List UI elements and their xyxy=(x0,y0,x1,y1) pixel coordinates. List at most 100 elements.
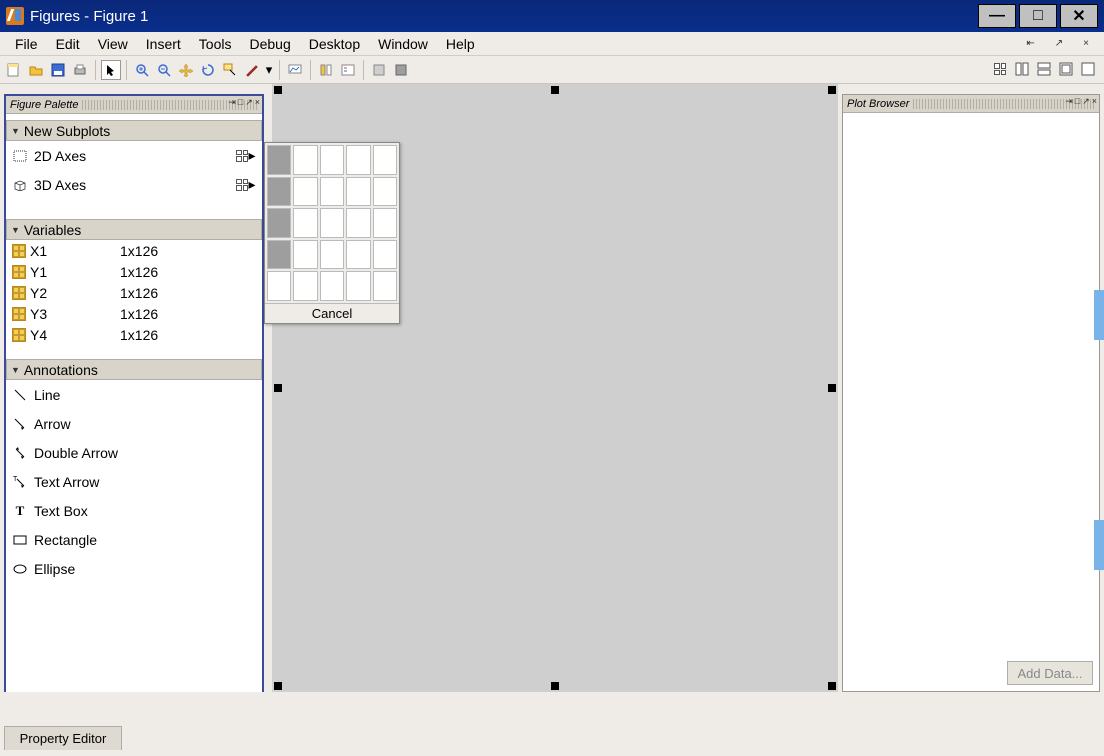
browser-close-icon[interactable]: × xyxy=(1092,96,1097,107)
grid-cell[interactable] xyxy=(373,240,397,270)
subplot-cancel-button[interactable]: Cancel xyxy=(265,303,399,323)
annotation-text-arrow[interactable]: TText Arrow xyxy=(6,467,262,496)
layout-splitv-icon[interactable] xyxy=(1012,59,1032,79)
datacursor-icon[interactable] xyxy=(220,60,240,80)
resize-handle[interactable] xyxy=(274,86,282,94)
grid-cell[interactable] xyxy=(320,145,344,175)
grid-cell[interactable] xyxy=(373,177,397,207)
subplot-2d-grid-button[interactable]: ▸ xyxy=(236,149,256,163)
resize-handle[interactable] xyxy=(274,682,282,690)
brush-icon[interactable] xyxy=(242,60,262,80)
grid-cell[interactable] xyxy=(293,208,317,238)
layout-grid4-icon[interactable] xyxy=(990,59,1010,79)
pan-icon[interactable] xyxy=(176,60,196,80)
annotation-text-box[interactable]: TText Box xyxy=(6,496,262,525)
menu-help[interactable]: Help xyxy=(437,34,484,54)
variable-row[interactable]: Y11x126 xyxy=(6,261,262,282)
grid-cell[interactable] xyxy=(346,240,370,270)
browser-undock-icon[interactable]: ↗ xyxy=(1082,96,1090,107)
resize-handle[interactable] xyxy=(551,86,559,94)
add-data-button[interactable]: Add Data... xyxy=(1007,661,1093,685)
menu-debug[interactable]: Debug xyxy=(240,34,299,54)
annotation-rectangle[interactable]: Rectangle xyxy=(6,525,262,554)
open-icon[interactable] xyxy=(26,60,46,80)
layout-splith-icon[interactable] xyxy=(1034,59,1054,79)
resize-handle[interactable] xyxy=(551,682,559,690)
palette-max-icon[interactable]: □ xyxy=(238,97,243,108)
annotation-double-arrow[interactable]: Double Arrow xyxy=(6,438,262,467)
subplot-grid[interactable] xyxy=(265,143,399,303)
variable-row[interactable]: Y41x126 xyxy=(6,324,262,345)
resize-handle[interactable] xyxy=(828,384,836,392)
menu-edit[interactable]: Edit xyxy=(47,34,89,54)
annotation-arrow[interactable]: Arrow xyxy=(6,409,262,438)
resize-handle[interactable] xyxy=(274,384,282,392)
menu-insert[interactable]: Insert xyxy=(137,34,190,54)
grid-cell[interactable] xyxy=(320,240,344,270)
subplot-2d-axes[interactable]: 2D Axes ▸ xyxy=(6,141,262,170)
brush-dropdown-icon[interactable]: ▾ xyxy=(264,60,274,80)
menu-view[interactable]: View xyxy=(89,34,137,54)
annotation-line[interactable]: Line xyxy=(6,380,262,409)
rotate-icon[interactable] xyxy=(198,60,218,80)
resize-handle[interactable] xyxy=(828,682,836,690)
maximize-button[interactable]: □ xyxy=(1019,4,1057,28)
save-icon[interactable] xyxy=(48,60,68,80)
insert-colorbar-icon[interactable] xyxy=(316,60,336,80)
layout-single-icon[interactable] xyxy=(1078,59,1098,79)
grid-cell[interactable] xyxy=(293,240,317,270)
grid-cell[interactable] xyxy=(346,177,370,207)
menu-desktop[interactable]: Desktop xyxy=(300,34,369,54)
browser-pin-icon[interactable]: ⇥ xyxy=(1065,96,1073,107)
grid-cell[interactable] xyxy=(346,271,370,301)
palette-pin-icon[interactable]: ⇥ xyxy=(228,97,236,108)
menu-file[interactable]: File xyxy=(6,34,47,54)
zoom-in-icon[interactable] xyxy=(132,60,152,80)
grid-cell[interactable] xyxy=(293,271,317,301)
variable-row[interactable]: Y31x126 xyxy=(6,303,262,324)
pointer-icon[interactable] xyxy=(101,60,121,80)
variable-row[interactable]: Y21x126 xyxy=(6,282,262,303)
grid-cell[interactable] xyxy=(373,145,397,175)
palette-undock-icon[interactable]: ↗ xyxy=(245,97,253,108)
hide-tools-icon[interactable] xyxy=(369,60,389,80)
grid-cell[interactable] xyxy=(373,271,397,301)
annotations-section[interactable]: Annotations xyxy=(6,359,262,380)
minimize-button[interactable]: — xyxy=(978,4,1016,28)
figure-palette-header[interactable]: Figure Palette ⇥ □ ↗ × xyxy=(6,96,262,114)
grid-cell[interactable] xyxy=(267,145,291,175)
show-tools-icon[interactable] xyxy=(391,60,411,80)
grid-cell[interactable] xyxy=(320,177,344,207)
new-figure-icon[interactable] xyxy=(4,60,24,80)
print-icon[interactable] xyxy=(70,60,90,80)
browser-max-icon[interactable]: □ xyxy=(1075,96,1080,107)
subplot-3d-grid-button[interactable]: ▸ xyxy=(236,178,256,192)
close-button[interactable]: ✕ xyxy=(1060,4,1098,28)
palette-close-icon[interactable]: × xyxy=(255,97,260,108)
grid-cell[interactable] xyxy=(373,208,397,238)
resize-handle[interactable] xyxy=(828,86,836,94)
doc-close-icon[interactable]: × xyxy=(1074,36,1098,51)
grid-cell[interactable] xyxy=(346,145,370,175)
subplot-3d-axes[interactable]: 3D Axes ▸ xyxy=(6,170,262,199)
link-icon[interactable] xyxy=(285,60,305,80)
layout-tile-icon[interactable] xyxy=(1056,59,1076,79)
new-subplots-section[interactable]: New Subplots xyxy=(6,120,262,141)
doc-undock-icon[interactable]: ↗ xyxy=(1046,36,1072,51)
insert-legend-icon[interactable] xyxy=(338,60,358,80)
grid-cell[interactable] xyxy=(267,240,291,270)
plot-browser-header[interactable]: Plot Browser ⇥ □ ↗ × xyxy=(843,95,1099,113)
variable-row[interactable]: X11x126 xyxy=(6,240,262,261)
doc-pin-icon[interactable]: ⇤ xyxy=(1017,36,1043,51)
grid-cell[interactable] xyxy=(320,271,344,301)
grid-cell[interactable] xyxy=(267,208,291,238)
grid-cell[interactable] xyxy=(346,208,370,238)
menu-tools[interactable]: Tools xyxy=(190,34,241,54)
grid-cell[interactable] xyxy=(267,271,291,301)
variables-section[interactable]: Variables xyxy=(6,219,262,240)
grid-cell[interactable] xyxy=(293,145,317,175)
property-editor-tab[interactable]: Property Editor xyxy=(4,726,122,750)
zoom-out-icon[interactable] xyxy=(154,60,174,80)
annotation-ellipse[interactable]: Ellipse xyxy=(6,554,262,583)
grid-cell[interactable] xyxy=(293,177,317,207)
